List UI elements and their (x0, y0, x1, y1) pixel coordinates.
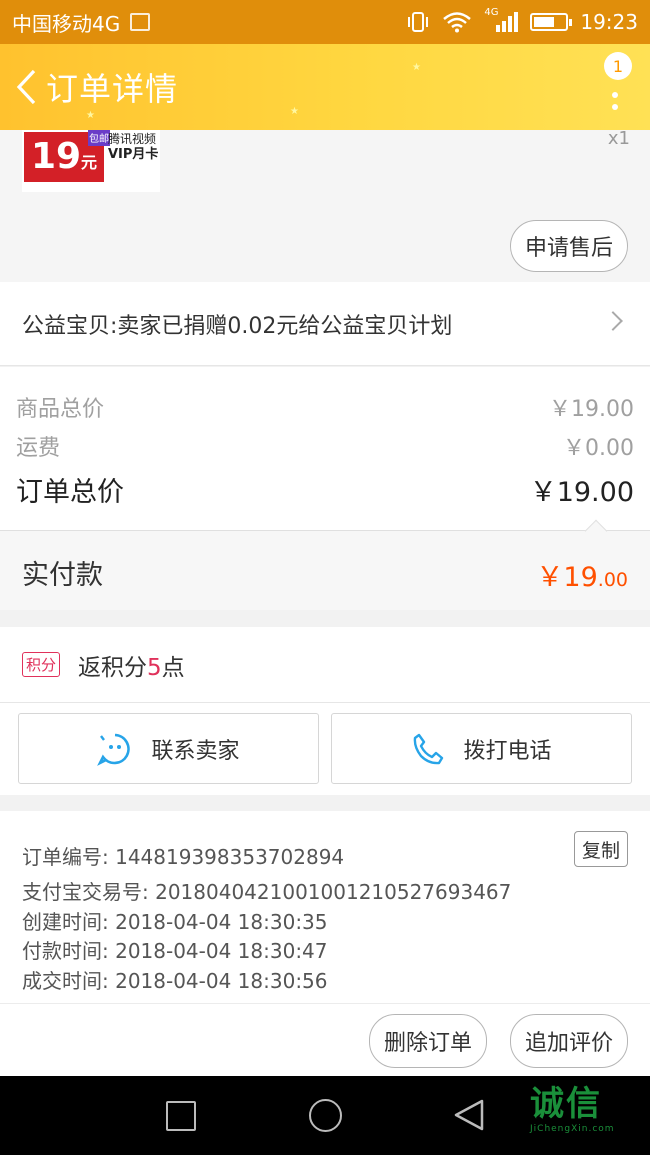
order-info: 订单编号: 1448193983537028​94 复制 支付宝交易号: 201… (0, 811, 650, 1003)
contact-seller-label: 联系卖家 (151, 738, 240, 764)
price-summary: 商品总价 ￥19.00 运费 ￥0.00 订单总价 ￥19.00 (0, 367, 650, 530)
shipping-label: 运费 (16, 436, 61, 461)
paid-cents: .00 (597, 569, 628, 591)
home-button[interactable] (309, 1099, 342, 1132)
order-actions: 删除订单 追加评价 (0, 1003, 650, 1076)
sparkle-decoration: ★ (86, 110, 95, 121)
points-row: 积分 返积分5点 (0, 627, 650, 703)
signal-icon: 4G (484, 7, 519, 33)
image-notification-icon (130, 13, 151, 31)
created-time: 创建时间: 2018-04-04 18:30:35 (22, 910, 328, 934)
points-tag: 积分 (22, 652, 61, 677)
contact-section: 联系卖家 拨打电话 (0, 703, 650, 795)
completed-time: 成交时间: 2018-04-04 18:30:56 (22, 969, 328, 993)
contact-seller-button[interactable]: 联系卖家 (18, 713, 319, 784)
actual-paid-amount: ￥19.00 (536, 555, 628, 594)
points-text: 返积分5点 (78, 648, 185, 682)
order-total-label: 订单总价 (16, 477, 124, 508)
product-section: 19 元 包邮 腾讯视频 VIP月卡 x1 申请售后 (0, 128, 650, 282)
system-nav-bar: 诚信 JiChengXin.com (0, 1076, 650, 1155)
apply-aftersale-button[interactable]: 申请售后 (510, 220, 628, 272)
points-prefix: 返积分 (78, 654, 148, 681)
order-total-value: ￥19.00 (529, 477, 634, 508)
paid-integer: 19 (563, 562, 598, 593)
watermark-logo: 诚信 JiChengXin.com (530, 1084, 644, 1146)
points-number: 5 (147, 654, 162, 681)
add-review-button[interactable]: 追加评价 (510, 1014, 628, 1068)
notification-badge[interactable]: 1 (604, 52, 632, 80)
copy-button[interactable]: 复制 (574, 831, 628, 867)
vibrate-icon (408, 12, 429, 32)
watermark-sub: JiChengXin.com (530, 1124, 615, 1134)
actual-paid-row: 实付款 ￥19.00 (0, 519, 650, 610)
phone-icon (414, 733, 444, 764)
thumb-brand: 腾讯视频 VIP月卡 (108, 132, 160, 162)
chat-face-icon (97, 733, 131, 766)
clock: 19:23 (580, 10, 638, 34)
goods-total-row: 商品总价 ￥19.00 (16, 391, 634, 423)
sparkle-decoration: ★ (290, 106, 299, 117)
shipping-row: 运费 ￥0.00 (16, 430, 634, 462)
app-header: ★ ★ ★ 订单详情 1 (0, 44, 650, 130)
paid-time: 付款时间: 2018-04-04 18:30:47 (22, 939, 328, 963)
paid-currency: ￥ (536, 562, 564, 593)
order-number: 订单编号: 1448193983537028​94 (22, 845, 345, 869)
charity-row[interactable]: 公益宝贝:卖家已捐赠0.02元给公益宝贝计划 (0, 282, 650, 366)
product-quantity: x1 (607, 128, 630, 149)
order-total-row: 订单总价 ￥19.00 (16, 470, 634, 509)
carrier-group: 中国移动4G (12, 8, 151, 37)
points-suffix: 点 (161, 654, 185, 681)
chevron-right-icon (603, 311, 623, 331)
product-thumbnail[interactable]: 19 元 包邮 腾讯视频 VIP月卡 (22, 130, 160, 192)
thumb-unit: 元 (81, 153, 98, 172)
more-dot (612, 92, 618, 98)
alipay-number: 支付宝交易号: 2018040421001001210527693467 (22, 880, 512, 904)
delete-order-button[interactable]: 删除订单 (369, 1014, 487, 1068)
charity-text: 公益宝贝:卖家已捐赠0.02元给公益宝贝计划 (22, 313, 453, 339)
chevron-left-icon (16, 69, 36, 105)
battery-icon (530, 13, 573, 31)
back-button[interactable] (6, 44, 46, 130)
carrier-label: 中国移动4G (12, 11, 121, 36)
actual-paid-label: 实付款 (22, 560, 103, 591)
more-dot (612, 104, 618, 110)
page-title: 订单详情 (46, 70, 179, 108)
wifi-icon (443, 12, 472, 33)
goods-total-label: 商品总价 (16, 397, 105, 422)
status-icons: 4G 19:23 (406, 7, 638, 34)
watermark-main: 诚信 (530, 1084, 602, 1124)
goods-total-value: ￥19.00 (549, 397, 634, 422)
thumb-brand-line2: VIP月卡 (108, 147, 159, 162)
thumb-brand-line1: 腾讯视频 (108, 132, 157, 146)
recent-apps-button[interactable] (166, 1101, 196, 1131)
call-phone-button[interactable]: 拨打电话 (331, 713, 632, 784)
shipping-value: ￥0.00 (563, 436, 634, 461)
status-bar: 中国移动4G 4G 19:23 (0, 0, 650, 44)
call-phone-label: 拨打电话 (463, 738, 552, 764)
nav-back-button[interactable] (452, 1098, 486, 1132)
thumb-price: 19 (30, 136, 82, 177)
sparkle-decoration: ★ (412, 62, 421, 73)
thumb-hot-tag: 包邮 (88, 130, 110, 146)
